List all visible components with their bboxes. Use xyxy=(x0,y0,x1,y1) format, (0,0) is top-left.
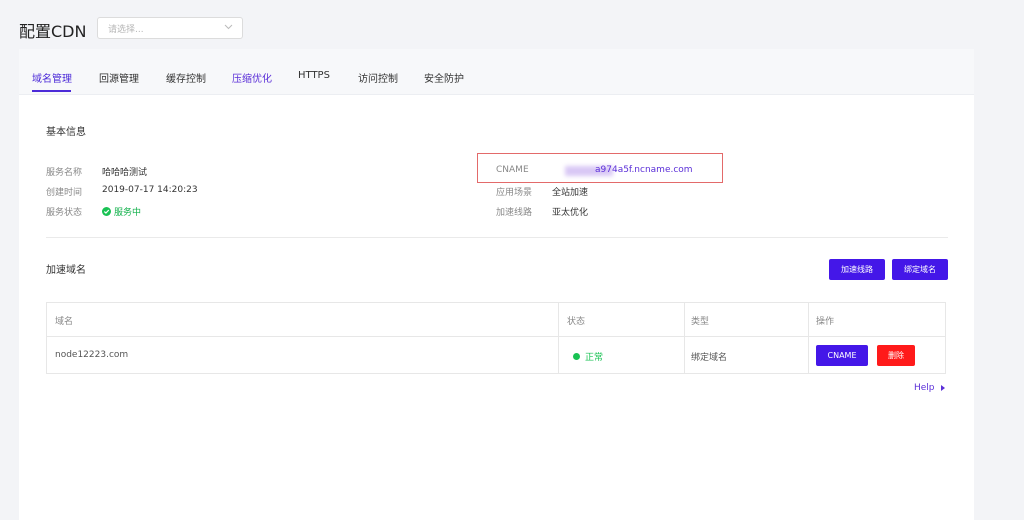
tab-domain-management[interactable]: 域名管理 xyxy=(32,70,72,85)
tab-compression[interactable]: 压缩优化 xyxy=(232,70,272,85)
delete-button[interactable]: 删除 xyxy=(877,345,915,366)
select-placeholder: 请选择... xyxy=(108,25,144,35)
status-dot-icon xyxy=(573,353,580,360)
bind-domain-button[interactable]: 绑定域名 xyxy=(892,259,948,280)
service-select[interactable]: 请选择... xyxy=(97,17,243,39)
column-header-domain: 域名 xyxy=(55,317,74,327)
table-cell-status: 正常 xyxy=(573,350,603,363)
chevron-down-icon xyxy=(224,24,233,30)
cname-value: a974a5f.ncname.com xyxy=(595,165,693,175)
service-status-value: 服务中 xyxy=(114,208,142,218)
scene-label: 应用场景 xyxy=(496,188,533,198)
column-header-actions: 操作 xyxy=(816,317,835,327)
column-separator xyxy=(684,303,685,373)
help-label: Help xyxy=(914,383,935,393)
tab-security[interactable]: 安全防护 xyxy=(424,70,464,85)
table-header xyxy=(47,303,945,337)
scene-value: 全站加速 xyxy=(552,188,589,198)
section-divider xyxy=(46,237,948,238)
domains-title: 加速域名 xyxy=(46,265,86,276)
page-title: 配置CDN xyxy=(19,22,87,41)
tab-access-control[interactable]: 访问控制 xyxy=(358,70,398,85)
cname-button[interactable]: CNAME xyxy=(816,345,868,366)
active-tab-indicator xyxy=(32,90,71,92)
table-cell-domain: node12223.com xyxy=(55,350,129,360)
column-separator xyxy=(558,303,559,373)
service-name-label: 服务名称 xyxy=(46,168,83,178)
acceleration-route-button[interactable]: 加速线路 xyxy=(829,259,885,280)
created-time-value: 2019-07-17 14:20:23 xyxy=(102,185,198,195)
column-separator xyxy=(808,303,809,373)
help-link[interactable]: Help xyxy=(914,383,945,393)
route-value: 亚太优化 xyxy=(552,208,589,218)
tab-cache-control[interactable]: 缓存控制 xyxy=(166,70,206,85)
check-circle-icon xyxy=(102,207,111,216)
caret-right-icon xyxy=(940,385,945,391)
column-header-status: 状态 xyxy=(567,317,586,327)
table-status-text: 正常 xyxy=(585,353,604,363)
tab-https[interactable]: HTTPS xyxy=(298,70,330,81)
domain-table: 域名 状态 类型 操作 node12223.com 正常 绑定域名 CNAME … xyxy=(46,302,946,374)
created-time-label: 创建时间 xyxy=(46,188,83,198)
config-card: 域名管理 回源管理 缓存控制 压缩优化 HTTPS 访问控制 安全防护 基本信息… xyxy=(19,49,974,520)
tab-origin-management[interactable]: 回源管理 xyxy=(99,70,139,85)
column-header-type: 类型 xyxy=(691,317,710,327)
tab-bar: 域名管理 回源管理 缓存控制 压缩优化 HTTPS 访问控制 安全防护 xyxy=(19,49,974,95)
service-status-label: 服务状态 xyxy=(46,208,83,218)
table-cell-type: 绑定域名 xyxy=(691,353,728,363)
cname-label: CNAME xyxy=(496,165,529,175)
route-label: 加速线路 xyxy=(496,208,533,218)
service-status: 服务中 xyxy=(102,205,141,218)
service-name-value: 哈哈哈测试 xyxy=(102,168,148,178)
basic-info-title: 基本信息 xyxy=(46,127,86,138)
